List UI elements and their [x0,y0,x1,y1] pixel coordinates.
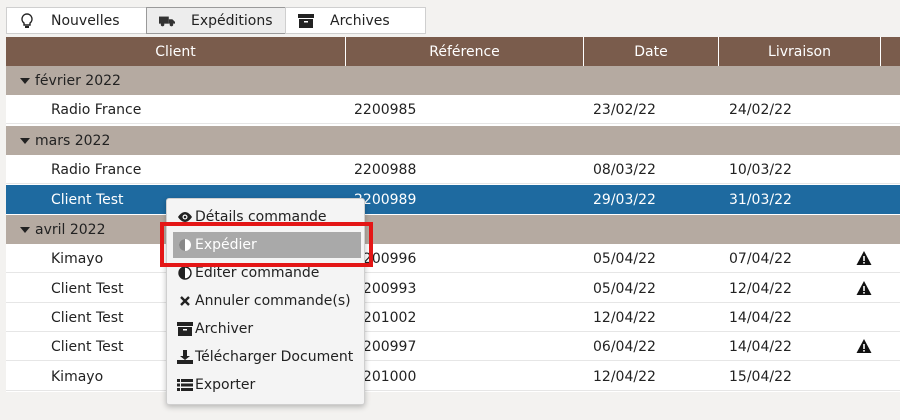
table-row[interactable]: Client Test 2200993 05/04/22 12/04/22 [6,274,900,303]
tab-expeditions[interactable]: Expéditions [146,7,286,34]
table-row[interactable]: Kimayo 2201000 12/04/22 15/04/22 [6,362,900,391]
cell-livraison: 14/04/22 [729,338,792,355]
table-row[interactable]: Radio France 2200988 08/03/22 10/03/22 [6,155,900,184]
table-row[interactable]: Client Test 2201002 12/04/22 14/04/22 [6,303,900,332]
close-icon [177,293,193,309]
menu-item-telecharger[interactable]: Télécharger Document [177,344,357,370]
tab-label: Expéditions [191,12,273,29]
cell-date: 23/02/22 [593,101,656,118]
cell-livraison: 24/02/22 [729,101,792,118]
menu-item-label: Détails commande [195,209,327,225]
menu-item-label: Expédier [195,237,257,253]
tab-nouvelles[interactable]: Nouvelles [6,7,147,34]
group-label: février 2022 [35,72,121,89]
context-menu: Détails commande Expédier Editer command… [166,198,365,405]
table-row[interactable]: Client Test 2200997 06/04/22 14/04/22 [6,332,900,361]
column-header-client[interactable]: Client [6,37,346,66]
column-header-extra [881,37,900,66]
cell-client: Client Test [51,191,124,208]
cell-date: 08/03/22 [593,161,656,178]
menu-item-expedier[interactable]: Expédier [173,232,361,258]
tab-label: Archives [330,12,390,29]
group-label: avril 2022 [35,221,106,238]
cell-client: Kimayo [51,368,104,385]
cell-client: Client Test [51,280,124,297]
warning-icon [856,281,872,295]
cell-client: Client Test [51,309,124,326]
half-circle-icon [177,265,193,281]
menu-item-editer[interactable]: Editer commande [177,260,357,286]
cell-livraison: 12/04/22 [729,280,792,297]
cell-livraison: 14/04/22 [729,309,792,326]
download-icon [177,349,193,365]
cell-livraison: 10/03/22 [729,161,792,178]
warning-icon [856,339,872,353]
table-row-selected[interactable]: Client Test 2200989 29/03/22 31/03/22 [6,185,900,214]
cell-date: 05/04/22 [593,280,656,297]
group-label: mars 2022 [35,132,111,149]
cell-client: Kimayo [51,250,104,267]
cell-date: 29/03/22 [593,191,656,208]
group-row-avril[interactable]: avril 2022 [6,215,900,244]
cell-client: Client Test [51,338,124,355]
menu-item-label: Exporter [195,377,256,393]
menu-item-archiver[interactable]: Archiver [177,316,357,342]
table-row[interactable]: Radio France 2200985 23/02/22 24/02/22 [6,95,900,124]
menu-item-details[interactable]: Détails commande [177,204,357,230]
lightbulb-icon [19,12,35,29]
caret-down-icon [20,78,30,84]
cell-livraison: 07/04/22 [729,250,792,267]
orders-table: Client Référence Date Livraison février … [6,37,900,392]
archive-box-icon [298,13,314,29]
menu-item-label: Télécharger Document [195,349,354,365]
menu-item-annuler[interactable]: Annuler commande(s) [177,288,357,314]
half-circle-icon [177,237,193,253]
caret-down-icon [20,138,30,144]
column-header-reference[interactable]: Référence [346,37,584,66]
truck-icon [159,13,175,29]
column-header-date[interactable]: Date [584,37,719,66]
warning-icon [856,251,872,265]
table-row[interactable]: Kimayo 2200996 05/04/22 07/04/22 [6,244,900,273]
cell-livraison: 15/04/22 [729,368,792,385]
menu-item-exporter[interactable]: Exporter [177,372,357,398]
group-row-mars[interactable]: mars 2022 [6,126,900,155]
cell-client: Radio France [51,161,142,178]
tab-label: Nouvelles [51,12,120,29]
list-icon [177,377,193,393]
cell-reference: 2200988 [354,161,417,178]
cell-client: Radio France [51,101,142,118]
cell-date: 06/04/22 [593,338,656,355]
tab-bar: Nouvelles Expéditions Archives [6,7,426,35]
menu-item-label: Annuler commande(s) [195,293,351,309]
cell-date: 05/04/22 [593,250,656,267]
menu-item-label: Archiver [195,321,254,337]
tab-archives[interactable]: Archives [285,7,426,34]
column-header-livraison[interactable]: Livraison [719,37,881,66]
table-header: Client Référence Date Livraison [6,37,900,66]
caret-down-icon [20,227,30,233]
menu-item-label: Editer commande [195,265,320,281]
group-row-fevrier[interactable]: février 2022 [6,66,900,95]
cell-reference: 2200985 [354,101,417,118]
archive-box-icon [177,321,193,337]
eye-icon [177,209,193,225]
cell-date: 12/04/22 [593,368,656,385]
cell-date: 12/04/22 [593,309,656,326]
cell-livraison: 31/03/22 [729,191,792,208]
